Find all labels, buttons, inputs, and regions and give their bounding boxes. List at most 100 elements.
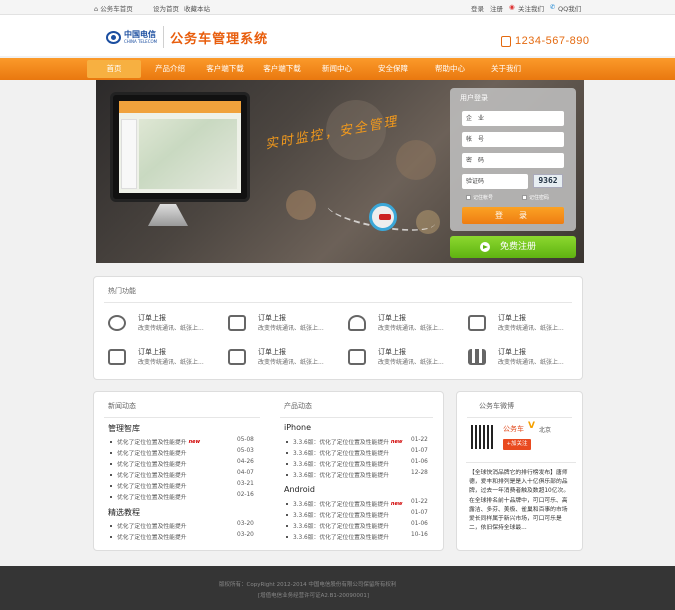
follow-us-link[interactable]: 关注我们 (518, 3, 544, 13)
nav-client-download[interactable]: 客户端下载 (200, 58, 250, 80)
news-date: 03-20 (237, 532, 254, 538)
remember-password-checkbox[interactable]: 记住密码 (522, 194, 549, 201)
news-text: 优化了定位位置及性能提升 (117, 524, 187, 530)
news-section-heading: 管理智库 (108, 424, 140, 433)
function-item[interactable]: 订单上报 改变传统通讯、纸张上... (468, 347, 578, 371)
weibo-divider (466, 462, 576, 463)
news-item[interactable]: 优化了定位位置及性能提升 (110, 470, 187, 479)
box-icon (348, 349, 366, 365)
nav-products[interactable]: 产品介绍 (147, 58, 193, 80)
function-item[interactable]: 订单上报 改变传统通讯、纸张上... (228, 313, 338, 337)
product-text: 3.3.6版：优化了定位位置及性能提升 (293, 524, 389, 530)
top-bar: ⌂ 公务车首页 设为首页 收藏本站 登录 注册 ◉ 关注我们 ✆ QQ我们 (0, 0, 675, 15)
car-pin-icon (369, 203, 397, 231)
weibo-qr-avatar[interactable] (471, 425, 495, 449)
news-text: 优化了定位位置及性能提升 (117, 440, 187, 446)
login-panel: 用户登录 企 业 帐 号 密 码 验证码 9362 记住帐号 记住密码 登 录 (450, 88, 576, 231)
product-item[interactable]: 3.3.6版：优化了定位位置及性能提升 (286, 521, 389, 530)
nav-client-download-2[interactable]: 客户端下载 (257, 58, 307, 80)
nav-news[interactable]: 新闻中心 (314, 58, 360, 80)
function-title: 订单上报 (378, 314, 406, 322)
news-date: 03-21 (237, 481, 254, 487)
account-input[interactable]: 帐 号 (462, 132, 564, 147)
map-icon (468, 315, 486, 331)
home-link[interactable]: ⌂ 公务车首页 (94, 3, 133, 13)
qq-icon: ✆ (550, 3, 556, 11)
news-item[interactable]: 优化了定位位置及性能提升 (110, 481, 187, 490)
news-text: 优化了定位位置及性能提升 (117, 484, 187, 490)
users-icon (348, 315, 366, 331)
footer-icp: [增值电信业务经营许可证A2.B1-20090001] (258, 593, 370, 599)
product-section-heading: Android (284, 485, 315, 494)
function-desc: 改变传统通讯、纸张上... (378, 359, 444, 366)
product-date: 01-22 (411, 437, 428, 443)
follow-button[interactable]: +加关注 (503, 439, 531, 450)
function-item[interactable]: 订单上报 改变传统通讯、纸张上... (228, 347, 338, 371)
weibo-name[interactable]: 公务车 (503, 424, 524, 434)
news-date: 05-08 (237, 437, 254, 443)
news-item[interactable]: 优化了定位位置及性能提升 (110, 492, 187, 501)
news-text: 优化了定位位置及性能提升 (117, 462, 187, 468)
captcha-input[interactable]: 验证码 (462, 174, 528, 189)
bookmark-link[interactable]: 收藏本站 (184, 3, 210, 13)
register-link[interactable]: 注册 (490, 3, 503, 13)
product-item[interactable]: 3.3.6版：优化了定位位置及性能提升 (286, 470, 389, 479)
product-date: 10-16 (411, 532, 428, 538)
function-title: 订单上报 (378, 348, 406, 356)
news-item[interactable]: 优化了定位位置及性能提升 (110, 448, 187, 457)
news-section-heading: 精选教程 (108, 508, 140, 517)
function-desc: 改变传统通讯、纸张上... (378, 325, 444, 332)
nav-home[interactable]: 首页 (87, 60, 141, 78)
function-title: 订单上报 (138, 348, 166, 356)
function-desc: 改变传统通讯、纸张上... (258, 359, 324, 366)
monitor-image (110, 92, 250, 202)
function-item[interactable]: 订单上报 改变传统通讯、纸张上... (348, 347, 458, 371)
free-register-button[interactable]: 免费注册 (450, 236, 576, 258)
login-title: 用户登录 (460, 94, 488, 102)
remember-account-checkbox[interactable]: 记住帐号 (466, 194, 493, 201)
qq-link[interactable]: QQ我们 (558, 3, 581, 13)
news-date: 02-16 (237, 492, 254, 498)
nav-security[interactable]: 安全保障 (370, 58, 416, 80)
function-title: 订单上报 (138, 314, 166, 322)
product-item[interactable]: 3.3.6版：优化了定位位置及性能提升 (286, 459, 389, 468)
news-date: 05-03 (237, 448, 254, 454)
phone-icon (501, 35, 511, 47)
news-item[interactable]: 优化了定位位置及性能提升 (110, 459, 187, 468)
main-nav: 首页 产品介绍 客户端下载 客户端下载 新闻中心 安全保障 帮助中心 关于我们 (0, 58, 675, 80)
news-item[interactable]: 优化了定位位置及性能提升 (110, 521, 187, 530)
news-date: 04-07 (237, 470, 254, 476)
hotline: 1234-567-890 (501, 35, 590, 47)
news-text: 优化了定位位置及性能提升 (117, 473, 187, 479)
function-item[interactable]: 订单上报 改变传统通讯、纸张上... (348, 313, 458, 337)
hot-functions-title: 热门功能 (108, 287, 136, 295)
logo[interactable]: 中国电信 CHINA TELECOM 公务车管理系统 (106, 26, 268, 48)
product-date: 01-22 (411, 499, 428, 505)
login-link[interactable]: 登录 (471, 3, 484, 13)
password-input[interactable]: 密 码 (462, 153, 564, 168)
news-item[interactable]: 优化了定位位置及性能提升 new (110, 437, 200, 447)
nav-about[interactable]: 关于我们 (483, 58, 529, 80)
login-button[interactable]: 登 录 (462, 207, 564, 224)
news-item[interactable]: 优化了定位位置及性能提升 (110, 532, 187, 541)
header: 中国电信 CHINA TELECOM 公务车管理系统 1234-567-890 (0, 15, 675, 56)
product-date: 01-06 (411, 521, 428, 527)
captcha-image[interactable]: 9362 (533, 174, 563, 188)
product-item[interactable]: 3.3.6版：优化了定位位置及性能提升 (286, 448, 389, 457)
function-item[interactable]: 订单上报 改变传统通讯、纸张上... (108, 347, 218, 371)
product-item[interactable]: 3.3.6版：优化了定位位置及性能提升 (286, 510, 389, 519)
set-home-link[interactable]: 设为首页 (153, 3, 179, 13)
product-item[interactable]: 3.3.6版：优化了定位位置及性能提升 (286, 532, 389, 541)
footer-copyright: 版权所有：CopyRight 2012-2014 中国电信股份有限公司保留所有权… (219, 582, 397, 588)
product-item[interactable]: 3.3.6版：优化了定位位置及性能提升 new (286, 499, 403, 509)
function-title: 订单上报 (498, 314, 526, 322)
function-item[interactable]: 订单上报 改变传统通讯、纸张上... (468, 313, 578, 337)
product-text: 3.3.6版：优化了定位位置及性能提升 (293, 440, 389, 446)
product-date: 01-06 (411, 459, 428, 465)
function-item[interactable]: 订单上报 改变传统通讯、纸张上... (108, 313, 218, 337)
nav-help[interactable]: 帮助中心 (427, 58, 473, 80)
product-text: 3.3.6版：优化了定位位置及性能提升 (293, 462, 389, 468)
product-item[interactable]: 3.3.6版：优化了定位位置及性能提升 new (286, 437, 403, 447)
company-input[interactable]: 企 业 (462, 111, 564, 126)
product-section-heading: iPhone (284, 423, 312, 432)
